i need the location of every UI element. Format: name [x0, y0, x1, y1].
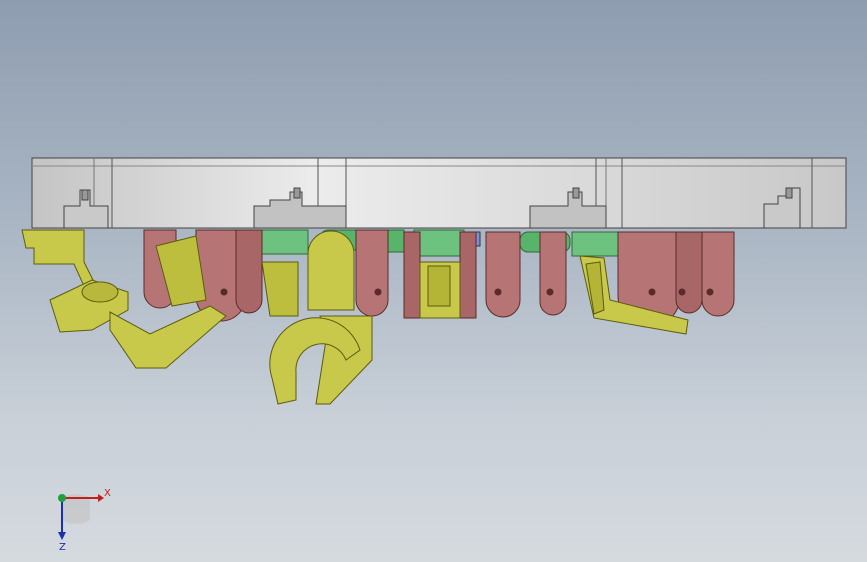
assembly-model[interactable]: [0, 0, 867, 562]
x-axis-label: X: [104, 488, 111, 499]
base-plate[interactable]: [31, 157, 847, 229]
axis-triad: X Z: [58, 488, 111, 550]
3d-viewport[interactable]: X Z: [0, 0, 867, 562]
z-axis-label: Z: [59, 542, 66, 550]
